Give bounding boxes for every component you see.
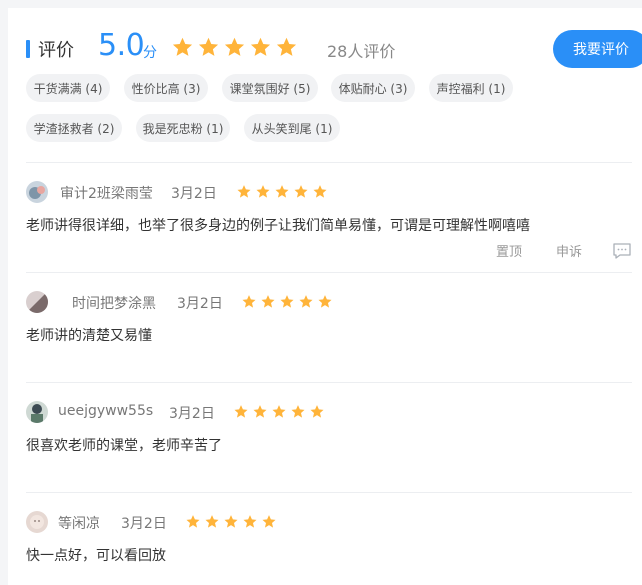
star-icon (299, 295, 313, 308)
avatar[interactable] (26, 511, 48, 533)
review-date: 3月2日 (169, 406, 215, 422)
star-icon (280, 295, 294, 308)
comment-icon[interactable] (612, 242, 632, 260)
review-text: 老师讲得很详细，也举了很多身边的例子让我们简单易懂，可谓是可理解性啊嘻嘻 (26, 218, 530, 234)
tag-chip[interactable]: 性价比高 (3) (124, 74, 208, 102)
star-icon (224, 515, 238, 528)
review-date: 3月2日 (177, 296, 223, 312)
tag-chip[interactable]: 我是死忠粉 (1) (136, 114, 230, 142)
review-text: 老师讲的清楚又易懂 (26, 328, 152, 344)
avatar[interactable] (26, 181, 48, 203)
star-icon (198, 37, 219, 56)
review-date: 3月2日 (171, 186, 217, 202)
review-item: 时间把梦涂黑 3月2日 老师讲的清楚又易懂 (26, 272, 632, 382)
star-icon (205, 515, 219, 528)
star-icon (224, 37, 245, 56)
star-icon (275, 185, 289, 198)
pin-button[interactable]: 置顶 (496, 241, 522, 260)
star-icon (234, 405, 248, 418)
review-text: 很喜欢老师的课堂，老师辛苦了 (26, 438, 222, 454)
reviewer-name[interactable]: 时间把梦涂黑 (72, 293, 156, 313)
reviewer-name[interactable]: 审计2班梁雨莹 (60, 183, 153, 203)
star-icon (318, 295, 332, 308)
star-icon (186, 515, 200, 528)
review-rating-stars (236, 184, 328, 199)
review-item: 等闲凉 3月2日 快一点好，可以看回放 (26, 492, 632, 585)
average-score: 5.0 (98, 28, 145, 63)
star-icon (261, 295, 275, 308)
review-rating-stars (185, 514, 277, 529)
review-rating-stars (233, 404, 325, 419)
star-icon (237, 185, 251, 198)
star-icon (272, 405, 286, 418)
review-item: ueejgyww55s 3月2日 很喜欢老师的课堂，老师辛苦了 (26, 382, 632, 492)
star-icon (262, 515, 276, 528)
star-icon (294, 185, 308, 198)
avatar[interactable] (26, 291, 48, 313)
star-icon (256, 185, 270, 198)
write-review-button[interactable]: 我要评价 (553, 30, 642, 68)
avatar[interactable] (26, 401, 48, 423)
review-item: 审计2班梁雨莹 3月2日 老师讲得很详细，也举了很多身边的例子让我们简单易懂，可… (26, 162, 632, 272)
review-text: 快一点好，可以看回放 (26, 548, 166, 564)
tag-chip[interactable]: 课堂氛围好 (5) (222, 74, 318, 102)
section-title: 评价 (38, 40, 74, 61)
tag-chip[interactable]: 干货满满 (4) (26, 74, 110, 102)
star-icon (276, 37, 297, 56)
star-icon (291, 405, 305, 418)
star-icon (172, 37, 193, 56)
reviewer-name[interactable]: 等闲凉 (58, 513, 100, 533)
review-actions: 置顶 申诉 (462, 241, 632, 260)
star-icon (242, 295, 256, 308)
star-icon (313, 185, 327, 198)
star-icon (250, 37, 271, 56)
review-date: 3月2日 (121, 516, 167, 532)
reviewer-name[interactable]: ueejgyww55s (58, 403, 153, 419)
star-icon (310, 405, 324, 418)
score-unit: 分 (143, 45, 157, 61)
review-rating-stars (241, 294, 333, 309)
average-rating-stars (171, 36, 298, 58)
rating-header: 评价 5.0 分 28人评价 我要评价 (26, 28, 642, 76)
tag-chip[interactable]: 体贴耐心 (3) (331, 74, 415, 102)
star-icon (243, 515, 257, 528)
star-icon (253, 405, 267, 418)
title-accent-bar (26, 40, 30, 58)
review-count: 28人评价 (327, 42, 396, 61)
tag-chip[interactable]: 声控福利 (1) (429, 74, 513, 102)
tag-chip[interactable]: 学渣拯救者 (2) (26, 114, 122, 142)
review-panel: 评价 5.0 分 28人评价 我要评价 干货满满 (4) 性价比高 (3) 课堂… (8, 8, 642, 585)
tag-chip[interactable]: 从头笑到尾 (1) (244, 114, 340, 142)
appeal-button[interactable]: 申诉 (556, 241, 582, 260)
